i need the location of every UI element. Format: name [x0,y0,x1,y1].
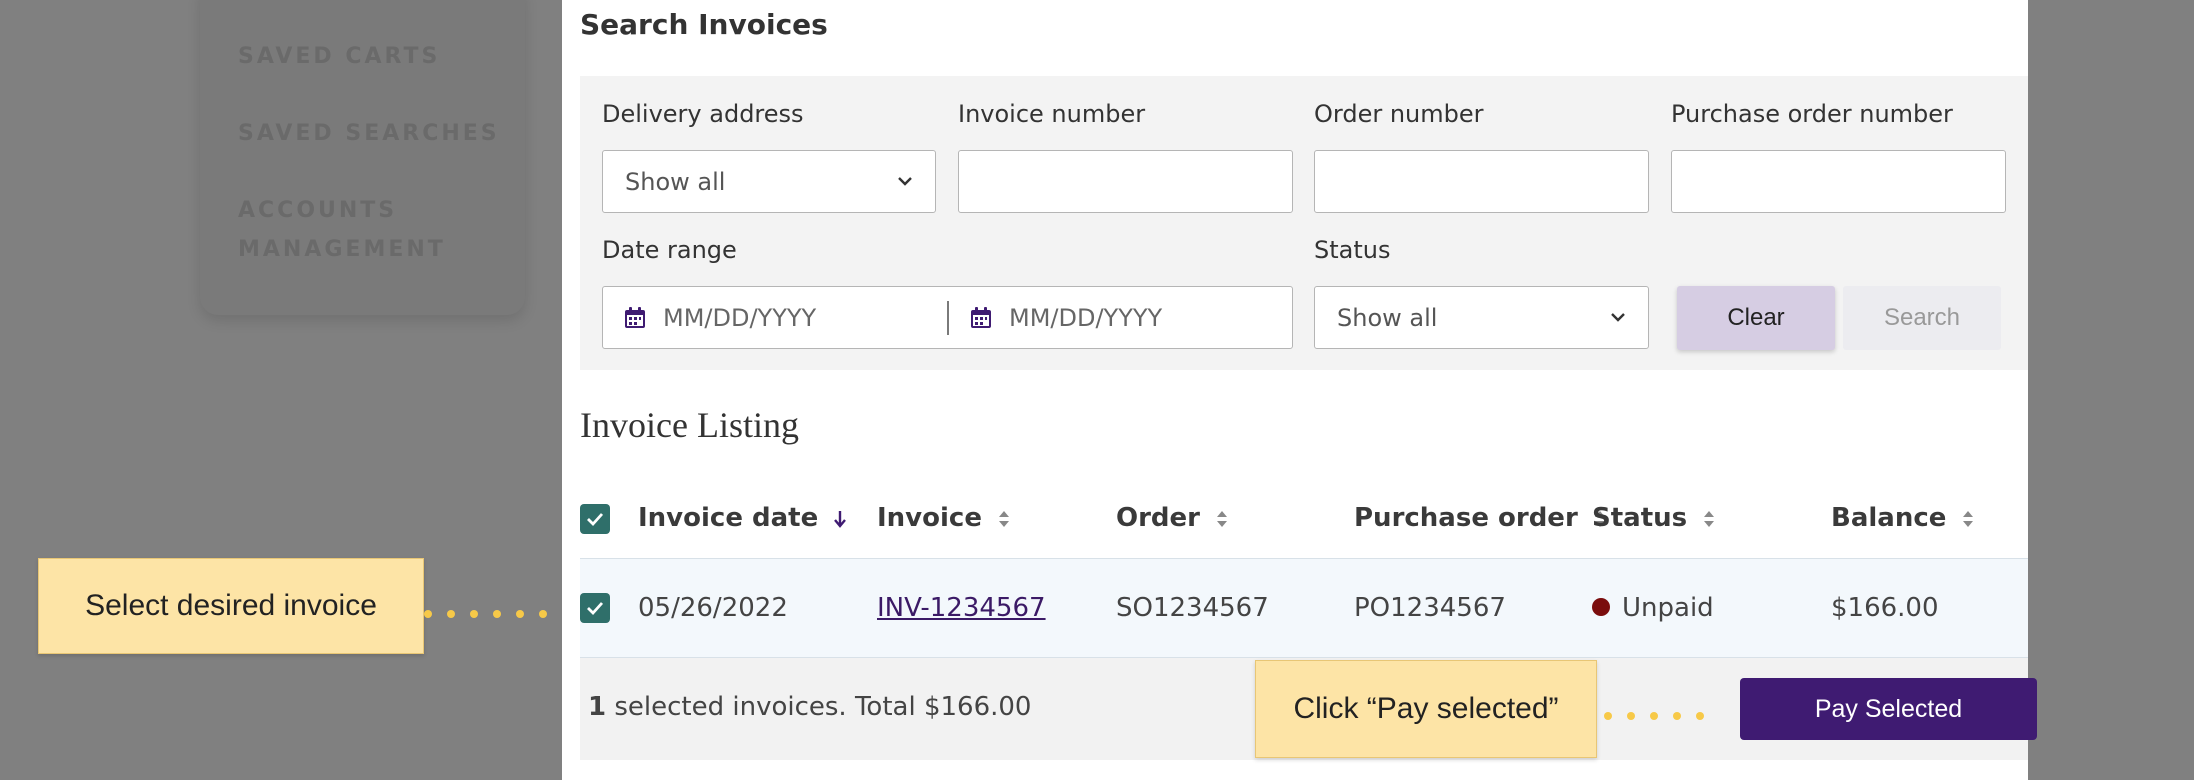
date-range-label: Date range [602,236,737,264]
nav-saved-carts[interactable]: SAVED CARTS [238,38,440,76]
order-number-label: Order number [1314,100,1484,128]
end-date-input[interactable]: MM/DD/YYYY [949,287,1294,348]
status-select[interactable]: Show all [1314,286,1649,349]
calendar-icon [625,307,645,328]
select-all-checkbox[interactable] [580,504,610,534]
sort-desc-icon [834,510,847,528]
selected-count: 1 [588,692,607,722]
cell-invoice-date: 05/26/2022 [638,593,788,623]
status-select-value: Show all [1337,304,1438,332]
col-order[interactable]: Order [1116,503,1229,533]
clear-button[interactable]: Clear [1677,286,1835,350]
sort-icon [1963,510,1974,527]
cell-order: SO1234567 [1116,593,1269,623]
cell-status: Unpaid [1592,593,1714,623]
invoice-listing-title: Invoice Listing [580,405,799,445]
nav-saved-searches[interactable]: SAVED SEARCHES [238,115,500,153]
order-number-field[interactable] [1314,150,1649,213]
col-status[interactable]: Status [1592,503,1716,533]
cell-purchase-order: PO1234567 [1354,593,1506,623]
invoice-link[interactable]: INV-1234567 [877,593,1046,623]
chevron-down-icon [1611,313,1625,322]
callout-select-invoice: Select desired invoice [38,558,424,654]
col-invoice[interactable]: Invoice [877,503,1011,533]
col-purchase-order-label: Purchase order [1354,503,1578,533]
table-row[interactable]: 05/26/2022 INV-1234567 SO1234567 PO12345… [580,558,2028,658]
po-number-field[interactable] [1671,150,2006,213]
delivery-address-value: Show all [625,168,726,196]
nav-management[interactable]: MANAGEMENT [238,231,446,269]
selection-summary: 1 selected invoices. Total $166.00 [588,692,1031,722]
invoice-number-label: Invoice number [958,100,1146,128]
sort-icon [999,510,1010,527]
unpaid-status-dot [1592,597,1610,616]
col-balance-label: Balance [1831,503,1947,533]
calendar-icon [971,307,991,328]
col-invoice-date-label: Invoice date [638,503,819,533]
status-badge: Unpaid [1622,593,1714,623]
col-purchase-order[interactable]: Purchase order [1354,503,1607,533]
account-sidebar: SAVED CARTS SAVED SEARCHES ACCOUNTS MANA… [200,0,525,315]
end-date-placeholder: MM/DD/YYYY [1009,304,1163,332]
search-filters: Delivery address Show all Invoice number… [580,76,2028,370]
chevron-down-icon [898,177,912,186]
callout-select-dots [424,603,562,618]
pay-selected-button[interactable]: Pay Selected [1740,678,2037,740]
search-invoices-title: Search Invoices [580,8,828,41]
po-number-label: Purchase order number [1671,100,1953,128]
invoice-number-field[interactable] [958,150,1293,213]
col-balance[interactable]: Balance [1831,503,1975,533]
sort-icon [1704,510,1715,527]
row-select-checkbox[interactable] [580,593,610,623]
start-date-input[interactable]: MM/DD/YYYY [603,287,948,348]
col-invoice-date[interactable]: Invoice date [638,503,847,533]
callout-pay-dots [1604,705,1719,720]
delivery-address-select[interactable]: Show all [602,150,936,213]
col-order-label: Order [1116,503,1200,533]
callout-pay-selected: Click “Pay selected” [1255,660,1597,758]
checkmark-icon [587,513,604,527]
selected-total-text: selected invoices. Total $166.00 [606,692,1032,722]
delivery-address-label: Delivery address [602,100,804,128]
cell-balance: $166.00 [1831,593,1939,623]
nav-accounts[interactable]: ACCOUNTS [238,192,397,230]
checkmark-icon [587,602,604,616]
date-range-field: MM/DD/YYYY MM/DD/YYYY [602,286,1293,349]
col-invoice-label: Invoice [877,503,982,533]
search-button[interactable]: Search [1843,286,2001,350]
start-date-placeholder: MM/DD/YYYY [663,304,817,332]
status-filter-label: Status [1314,236,1391,264]
sort-icon [1217,510,1228,527]
col-status-label: Status [1592,503,1688,533]
